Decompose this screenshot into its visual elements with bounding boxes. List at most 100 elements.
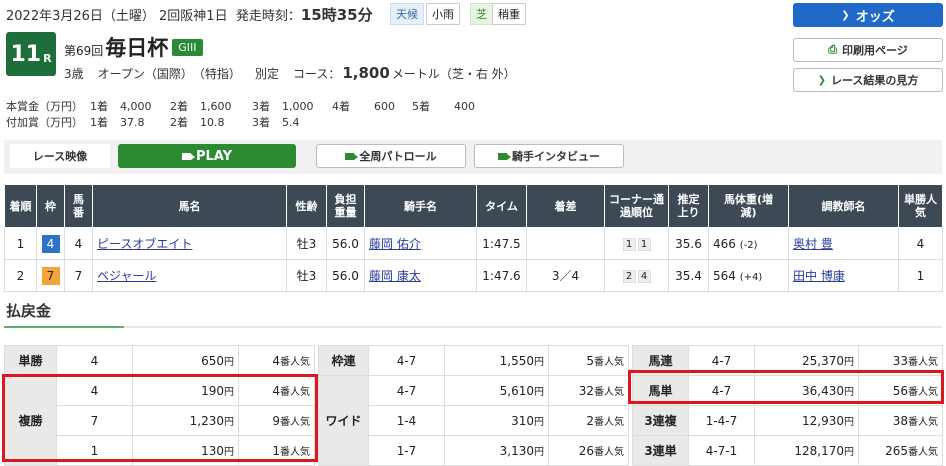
- grade-badge: GIII: [172, 39, 203, 56]
- trainer-cell: 奥村 豊: [788, 227, 899, 260]
- yen-unit: 円: [844, 357, 854, 368]
- col-header: 着順: [4, 184, 37, 228]
- odds-button[interactable]: ❯ オッズ: [793, 3, 943, 27]
- result-guide-button[interactable]: ❯ レース結果の見方: [793, 68, 943, 92]
- prize-amount: 400: [454, 100, 475, 113]
- waku-badge: 7: [41, 266, 60, 285]
- horse-name-cell: ピースオブエイト: [92, 227, 287, 260]
- payout-row-sanrentan: 3連単 4-7-1 128,170円 265番人気: [632, 435, 943, 466]
- popularity-value: 265: [885, 444, 908, 458]
- race-conditions: 3歳 オープン（国際） （特指） 別定 コース： 1,800 メートル（芝・右 外）: [64, 64, 530, 82]
- payout-row-tansho: 単勝 4 650円 4番人気: [4, 345, 315, 376]
- print-page-button[interactable]: ⎙ 印刷用ページ: [793, 38, 943, 62]
- corner-pos: 1: [637, 238, 651, 251]
- jockey-link[interactable]: 藤岡 康太: [369, 269, 421, 283]
- bet-amount: 3,130円: [444, 435, 549, 466]
- jockey-cell: 藤岡 佑介: [364, 227, 477, 260]
- weather-label: 天候: [390, 3, 424, 25]
- bet-combo: 4-7: [368, 345, 445, 376]
- horse-number: 4: [64, 227, 93, 260]
- jockey-link[interactable]: 藤岡 佑介: [369, 237, 421, 251]
- weather-value: 小雨: [426, 3, 460, 25]
- margin: [526, 227, 605, 260]
- video-camera-icon: [345, 152, 359, 160]
- col-header: 調教師名: [788, 184, 899, 228]
- bet-combo: 4-7-1: [688, 435, 755, 466]
- pop-unit: 番人気: [594, 417, 624, 428]
- course-label: コース：: [292, 67, 341, 81]
- amount-value: 128,170: [794, 444, 844, 458]
- prize-place: 5着: [412, 100, 430, 113]
- highlight-fukusho: [2, 374, 318, 462]
- finish-pos: 1: [4, 227, 37, 260]
- bet-combo: 1-7: [368, 435, 445, 466]
- amount-value: 310: [511, 414, 534, 428]
- patrol-video-button[interactable]: 全周パトロール: [316, 144, 466, 168]
- odds-button-label: オッズ: [855, 9, 895, 25]
- prize-place: 1着: [90, 100, 108, 113]
- bet-amount: 650円: [132, 345, 239, 376]
- horse-name-link[interactable]: ベジャール: [97, 269, 156, 283]
- popularity-value: 2: [586, 414, 594, 428]
- result-guide-label: レース結果の見方: [830, 74, 919, 87]
- payout-row-wakuren: 枠連 4-7 1,550円 5番人気: [318, 345, 629, 376]
- prize-place: 2着: [170, 100, 188, 113]
- horse-number: 7: [64, 259, 93, 292]
- prize-amount: 5.4: [282, 116, 300, 129]
- corner-cell: 24: [604, 259, 669, 292]
- popularity-value: 33: [892, 354, 908, 368]
- col-header: タイム: [476, 184, 527, 228]
- pop-unit: 番人気: [908, 417, 938, 428]
- bet-combo: 1-4-7: [688, 405, 755, 436]
- course-unit: メートル（芝・右 外）: [391, 67, 516, 81]
- popularity-value: 26: [578, 444, 594, 458]
- cond-class: オープン（国際）: [97, 67, 193, 81]
- prize-amount: 10.8: [200, 116, 225, 129]
- prize-amount: 1,000: [282, 100, 314, 113]
- yen-unit: 円: [534, 417, 544, 428]
- last-3f: 35.6: [668, 227, 709, 260]
- popularity-value: 32: [578, 384, 594, 398]
- bet-type-label: 単勝: [4, 345, 57, 376]
- bet-combo: 1-4: [368, 405, 445, 436]
- win-popularity: 1: [898, 259, 943, 292]
- body-weight-diff: (+4): [739, 271, 763, 283]
- result-row: 1 4 4 ピースオブエイト 牡3 56.0 藤岡 佑介 1:47.5 11 3…: [4, 227, 943, 260]
- yen-unit: 円: [844, 417, 854, 428]
- win-popularity: 4: [898, 227, 943, 260]
- play-button[interactable]: PLAY: [118, 144, 296, 168]
- prize-place: 1着: [90, 116, 108, 129]
- jockey-interview-button[interactable]: 騎手インタビュー: [474, 144, 624, 168]
- yen-unit: 円: [534, 357, 544, 368]
- trainer-cell: 田中 博康: [788, 259, 899, 292]
- col-header: 枠: [36, 184, 65, 228]
- col-header: 単勝人気: [898, 184, 943, 228]
- printer-icon: ⎙: [828, 43, 838, 56]
- yen-unit: 円: [534, 387, 544, 398]
- results-header-row: 着順 枠 馬番 馬名 性齢 負担重量 騎手名 タイム 着差 コーナー通過順位 推…: [4, 184, 943, 228]
- race-name: 毎日杯: [105, 36, 169, 60]
- play-label: PLAY: [195, 148, 233, 164]
- pop-unit: 番人気: [908, 357, 938, 368]
- bet-amount: 1,550円: [444, 345, 549, 376]
- pop-unit: 番人気: [280, 357, 310, 368]
- video-camera-icon: [498, 152, 511, 160]
- race-video-label: レース映像: [10, 144, 110, 168]
- video-camera-icon: [181, 152, 195, 160]
- amount-value: 3,130: [499, 444, 534, 458]
- popularity-value: 4: [272, 354, 280, 368]
- bet-combo: 4-7: [368, 375, 445, 406]
- body-weight: 466: [713, 236, 736, 251]
- waku-cell: 4: [36, 227, 65, 260]
- amount-value: 25,370: [802, 354, 844, 368]
- horse-name-link[interactable]: ピースオブエイト: [97, 237, 192, 251]
- payout-title: 払戻金: [6, 302, 52, 320]
- cond-age: 3歳: [64, 67, 84, 81]
- trainer-link[interactable]: 奥村 豊: [793, 237, 833, 251]
- prize-place: 2着: [170, 116, 188, 129]
- bet-type-label: 3連単: [632, 435, 689, 466]
- body-weight-cell: 466 (-2): [708, 227, 789, 260]
- col-header: 騎手名: [364, 184, 477, 228]
- trainer-link[interactable]: 田中 博康: [793, 269, 845, 283]
- amount-value: 5,610: [499, 384, 534, 398]
